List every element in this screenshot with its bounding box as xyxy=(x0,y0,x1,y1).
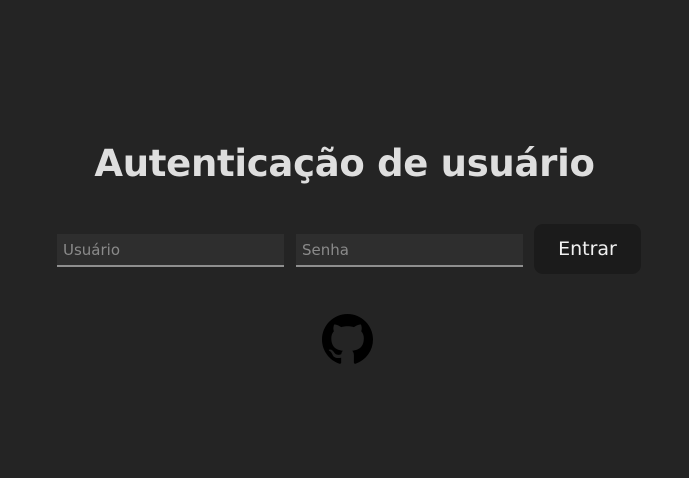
username-input[interactable] xyxy=(57,234,284,267)
login-page: Autenticação de usuário Entrar xyxy=(0,0,689,478)
page-title: Autenticação de usuário xyxy=(94,142,595,185)
login-button[interactable]: Entrar xyxy=(534,224,641,274)
password-input[interactable] xyxy=(296,234,523,267)
github-icon[interactable] xyxy=(322,314,373,365)
